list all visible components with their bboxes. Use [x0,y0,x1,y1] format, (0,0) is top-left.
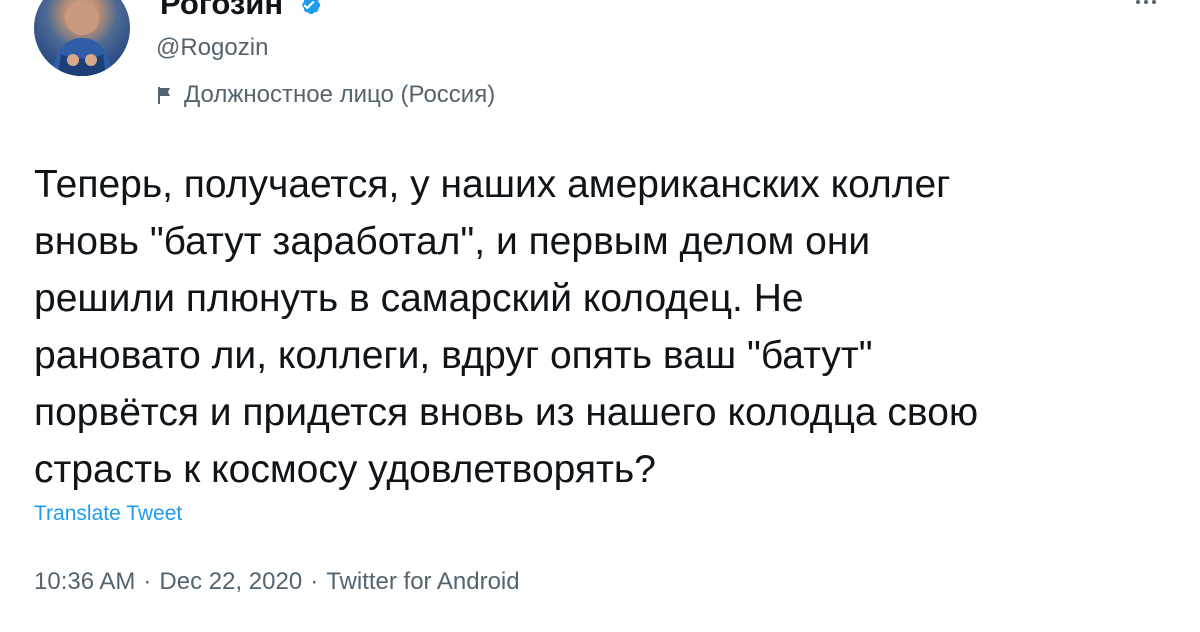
more-dot-icon [1144,0,1148,4]
meta-separator: · [143,568,152,595]
meta-separator: · [310,568,319,595]
affiliation-label: Должностное лицо (Россия) [156,80,495,110]
more-dot-icon [1152,0,1156,4]
tweet-meta: 10:36 AM · Dec 22, 2020 · Twitter for An… [34,565,520,599]
affiliation-text: Должностное лицо (Россия) [184,81,496,108]
avatar[interactable] [34,0,130,76]
user-handle[interactable]: @Rogozin [156,34,268,62]
more-options-icon[interactable] [1126,0,1166,12]
tweet-date[interactable]: Dec 22, 2020 [159,568,302,596]
tweet-time[interactable]: 10:36 AM [34,568,135,596]
flag-icon [158,87,170,104]
verified-check-icon [302,0,321,15]
tweet-source[interactable]: Twitter for Android [326,568,519,596]
tweet-text: Теперь, получается, у наших американских… [34,163,979,491]
avatar-portrait-icon [52,1,112,76]
translate-tweet-link[interactable]: Translate Tweet [34,502,182,526]
display-name[interactable]: Рогозин [160,0,283,22]
more-dot-icon [1136,0,1140,4]
